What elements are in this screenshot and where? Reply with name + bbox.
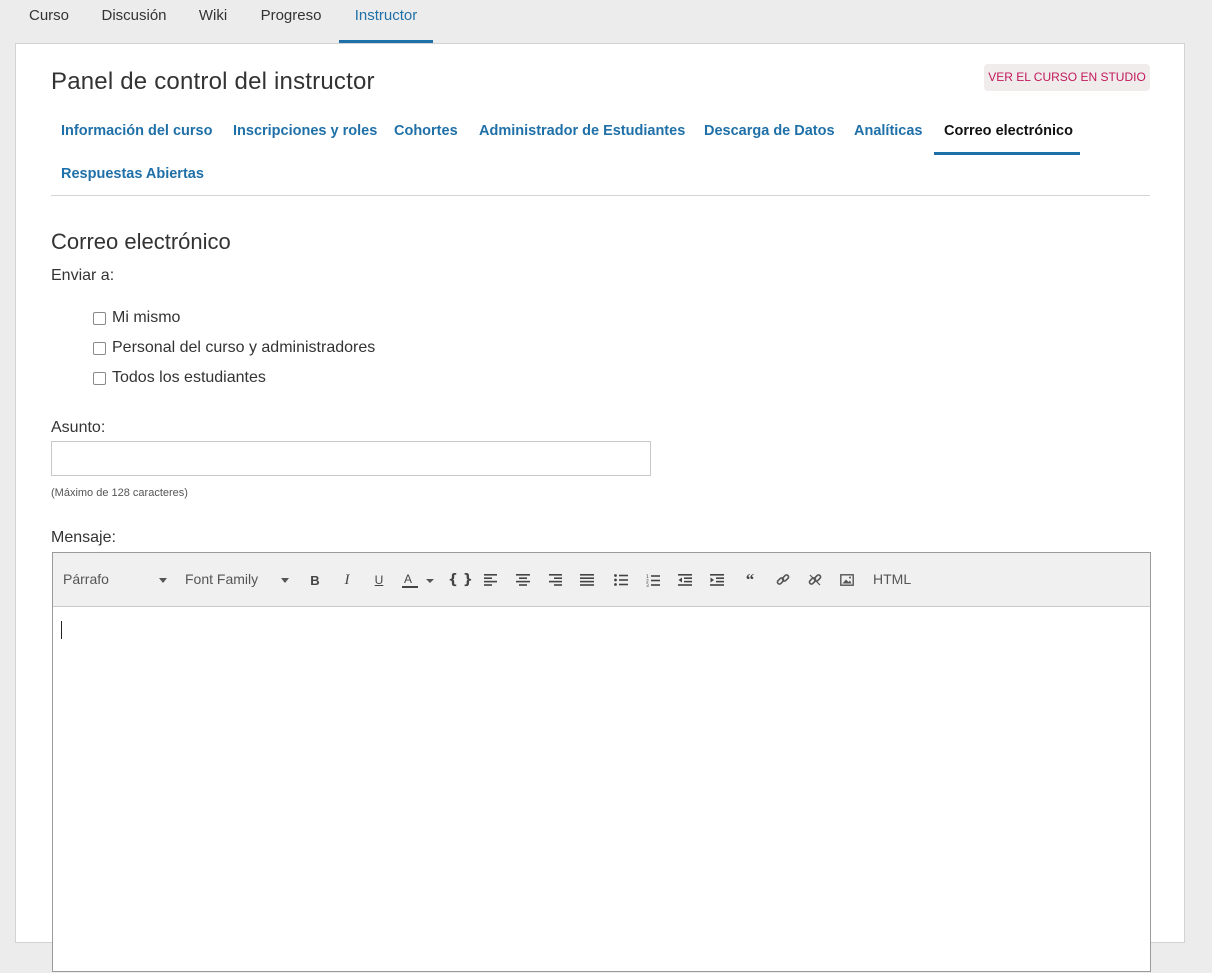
view-in-studio-button[interactable]: VER EL CURSO EN STUDIO [984,64,1150,91]
bullet-list-icon[interactable] [612,570,630,590]
bold-icon[interactable]: B [306,570,324,590]
course-tab-discussion[interactable]: Discusión [96,0,172,43]
blockquote-icon[interactable]: “ [741,570,759,590]
font-family-select[interactable]: Font Family [185,571,258,587]
html-source-button[interactable]: HTML [873,571,911,587]
course-tab-progress[interactable]: Progreso [252,0,330,43]
recipient-myself-checkbox[interactable] [93,311,106,325]
tab-student-admin[interactable]: Administrador de Estudiantes [479,123,685,139]
tab-email[interactable]: Correo electrónico [944,123,1073,139]
underline-icon[interactable]: U [370,570,388,590]
recipient-staff[interactable]: Personal del curso y administradores [93,339,375,357]
tab-data-download[interactable]: Descarga de Datos [704,123,835,139]
course-tab-wiki[interactable]: Wiki [190,0,236,43]
course-tab-instructor[interactable]: Instructor [339,0,433,43]
svg-text:A: A [404,572,412,586]
format-select[interactable]: Párrafo [63,571,109,587]
tabs-divider [51,195,1150,196]
recipient-all-learners-label: Todos los estudiantes [112,369,266,386]
unlink-icon[interactable] [806,570,824,590]
recipient-staff-label: Personal del curso y administradores [112,339,376,356]
recipient-myself-label: Mi mismo [112,309,181,326]
subject-hint: (Máximo de 128 caracteres) [51,487,188,499]
align-center-icon[interactable] [514,570,532,590]
chevron-down-icon [281,578,289,583]
tab-analytics[interactable]: Analíticas [854,123,923,139]
active-tab-indicator [934,152,1080,155]
message-body[interactable] [53,607,1150,973]
tab-course-info[interactable]: Información del curso [61,123,212,139]
outdent-icon[interactable] [676,570,694,590]
svg-text:3: 3 [646,583,649,587]
course-tab-curso[interactable]: Curso [14,0,84,43]
numbered-list-icon[interactable]: 123 [644,570,662,590]
italic-icon[interactable]: I [338,570,356,590]
recipient-myself[interactable]: Mi mismo [93,309,180,327]
align-justify-icon[interactable] [578,570,596,590]
tab-membership[interactable]: Inscripciones y roles [233,123,377,139]
recipient-all-learners[interactable]: Todos los estudiantes [93,369,266,387]
editor-toolbar: Párrafo Font Family B I U A { } 1 2 3 “ … [53,553,1150,607]
chevron-down-icon [159,578,167,583]
send-to-label: Enviar a: [51,267,115,284]
tab-cohorts[interactable]: Cohortes [394,123,458,139]
align-left-icon[interactable] [482,570,500,590]
code-icon[interactable]: { } [448,570,473,590]
recipient-all-learners-checkbox[interactable] [93,371,106,385]
link-icon[interactable] [774,570,792,590]
text-color-icon[interactable]: A [402,570,436,590]
course-nav: Curso Discusión Wiki Progreso Instructor [0,0,1212,44]
text-cursor [61,621,62,639]
message-editor: Párrafo Font Family B I U A { } 1 2 3 “ … [52,552,1151,972]
subject-input[interactable] [51,441,651,476]
image-icon[interactable] [838,570,856,590]
align-right-icon[interactable] [546,570,564,590]
instructor-dashboard-panel: Panel de control del instructor VER EL C… [15,43,1185,972]
message-label: Mensaje: [51,529,116,546]
tab-open-responses[interactable]: Respuestas Abiertas [61,166,204,182]
page-title: Panel de control del instructor [51,68,375,95]
recipient-staff-checkbox[interactable] [93,341,106,355]
section-heading: Correo electrónico [51,229,231,254]
subject-label: Asunto: [51,419,106,436]
indent-icon[interactable] [708,570,726,590]
